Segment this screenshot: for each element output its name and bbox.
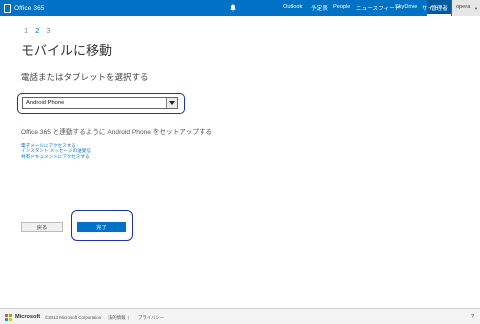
suite-bar: Office 365 Outlook 予定表 People ニュースフィード S…: [0, 0, 480, 16]
step-3: 3: [46, 26, 51, 35]
nav-sites[interactable]: サイト: [422, 4, 439, 12]
footer: Microsoft ©2013 Microsoft Corporation 法的…: [0, 309, 480, 324]
feature-links: 電子メールにアクセスする インスタント メッセージの送受信 共有ドキュメントにア…: [21, 143, 91, 159]
nav-people[interactable]: People: [333, 4, 350, 10]
step-2: 2: [35, 26, 40, 35]
nav-newsfeed[interactable]: ニュースフィード: [356, 4, 400, 12]
nav-outlook[interactable]: Outlook: [283, 4, 302, 10]
back-button[interactable]: 戻る: [21, 222, 63, 232]
device-select-value: Android Phone: [26, 99, 65, 106]
done-button[interactable]: 完了: [77, 222, 126, 232]
user-menu[interactable]: opera ▼: [452, 0, 480, 16]
copyright-text: ©2013 Microsoft Corporation: [45, 315, 102, 320]
microsoft-label: Microsoft: [15, 314, 41, 320]
user-name: opera: [456, 4, 471, 10]
microsoft-logo-icon: [5, 314, 12, 321]
setup-description: Office 365 と連動するように Android Phone をセットアッ…: [21, 129, 213, 136]
notification-bell-icon[interactable]: [229, 3, 237, 12]
device-select[interactable]: Android Phone: [22, 97, 178, 109]
page-title: モバイルに移動: [21, 43, 113, 58]
step-1[interactable]: 1: [24, 26, 28, 35]
link-shared-documents[interactable]: 共有ドキュメントにアクセスする: [21, 154, 91, 159]
section-subtitle: 電話またはタブレットを選択する: [21, 72, 149, 82]
step-indicator: 1 2 3: [24, 26, 51, 35]
privacy-link[interactable]: プライバシー: [138, 315, 164, 321]
office365-brand[interactable]: Office 365: [4, 3, 45, 13]
nav-calendar[interactable]: 予定表: [311, 4, 328, 12]
nav-skydrive[interactable]: SkyDrive: [395, 4, 417, 10]
dropdown-arrow-icon[interactable]: [166, 98, 177, 108]
chevron-down-icon: ▼: [474, 6, 478, 11]
footer-separator: |: [128, 314, 130, 320]
office-logo-icon: [4, 3, 11, 13]
help-icon[interactable]: ?: [471, 314, 474, 320]
legal-link[interactable]: 法的情報: [108, 315, 126, 321]
brand-label: Office 365: [14, 4, 45, 12]
